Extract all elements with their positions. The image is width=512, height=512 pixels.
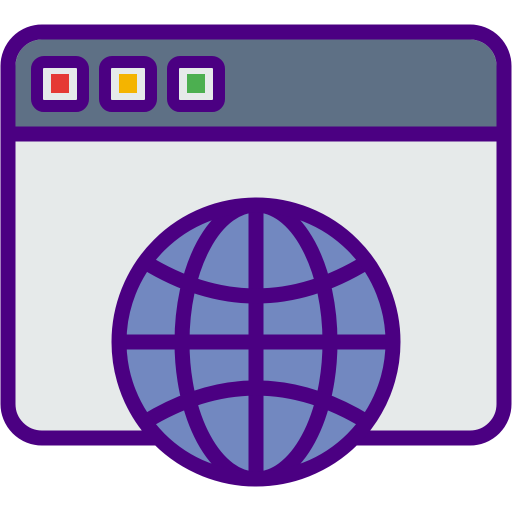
window-controls	[31, 56, 225, 112]
globe-icon	[111, 197, 401, 487]
browser-globe-icon	[0, 0, 512, 512]
minimize-dot-icon	[99, 56, 157, 112]
close-dot-icon	[31, 56, 89, 112]
maximize-dot-icon	[167, 56, 225, 112]
browser-globe-graphic	[0, 24, 512, 487]
